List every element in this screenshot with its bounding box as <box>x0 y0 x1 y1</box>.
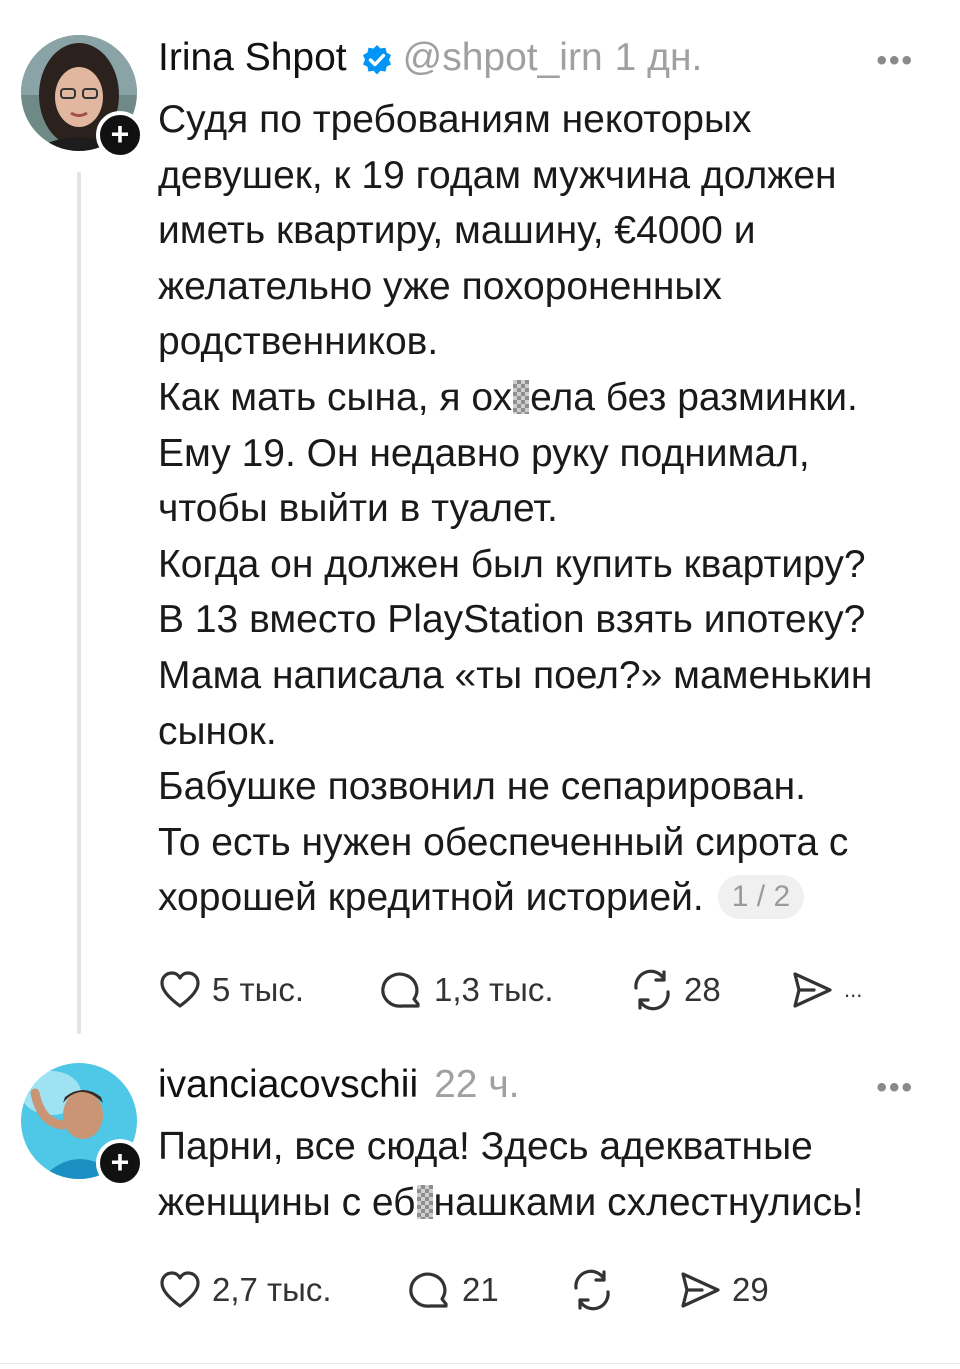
text-line-censored: женщины с еб нашками схлестнулись! <box>158 1175 928 1231</box>
more-options-icon[interactable]: ••• <box>876 1071 914 1105</box>
like-button[interactable]: 2,7 тыс. <box>158 1268 332 1312</box>
share-button[interactable]: 29 <box>678 1268 769 1312</box>
reply-count: 1,3 тыс. <box>434 971 554 1008</box>
follow-plus-icon[interactable]: + <box>96 111 144 159</box>
text-line-censored: Как мать сына, я ох ела без разминки. <box>158 370 928 426</box>
like-count: 2,7 тыс. <box>212 1271 332 1308</box>
text-line: Парни, все сюда! Здесь адекватные <box>158 1125 813 1168</box>
text-line-last: хорошей кредитной историей. 1 / 2 <box>158 870 928 926</box>
text-fragment: нашками схлестнулись! <box>433 1180 864 1224</box>
text-line: сынок. <box>158 709 277 753</box>
username[interactable]: Irina Shpot <box>158 36 347 80</box>
text-line: девушек, к 19 годам мужчина должен <box>158 153 837 197</box>
censor-mosaic <box>513 379 530 414</box>
post-header: ivanciacovschii 22 ч. <box>158 1063 519 1107</box>
text-line: Бабушке позвонил не сепарирован. <box>158 765 806 809</box>
repost-count: 28 <box>684 971 721 1008</box>
text-fragment: женщины с еб <box>158 1180 416 1224</box>
page-indicator[interactable]: 1 / 2 <box>717 875 805 920</box>
post-ivanciacovschii: + ivanciacovschii 22 ч. ••• Парни, все с… <box>0 1045 960 1369</box>
text-line: иметь квартиру, машину, €4000 и <box>158 209 756 253</box>
share-button[interactable]: ... <box>790 968 862 1012</box>
thread-line <box>77 172 81 1034</box>
text-line: Мама написала «ты поел?» маменькин <box>158 653 873 697</box>
repost-icon <box>634 969 670 1011</box>
text-line: Судя по требованиям некоторых <box>158 98 752 141</box>
text-line: желательно уже похороненных <box>158 264 722 308</box>
post-body: Судя по требованиям некоторых девушек, к… <box>158 92 928 926</box>
post-body: Парни, все сюда! Здесь адекватные женщин… <box>158 1119 928 1230</box>
text-fragment: хорошей кредитной историей. <box>158 876 704 920</box>
bottom-divider <box>0 1363 960 1364</box>
heart-icon <box>160 971 200 1008</box>
more-options-icon[interactable]: ••• <box>876 44 914 78</box>
action-bar: 5 тыс. 1,3 тыс. 28 ... <box>158 965 918 1015</box>
post-irina: + Irina Shpot @shpot_irn 1 дн. ••• Судя … <box>0 0 960 1045</box>
timestamp: 1 дн. <box>614 36 703 79</box>
repost-button[interactable]: 28 <box>630 968 721 1012</box>
action-bar: 2,7 тыс. 21 29 <box>158 1265 918 1315</box>
paper-plane-icon <box>793 972 832 1008</box>
reply-count: 21 <box>462 1271 499 1308</box>
censor-mosaic <box>416 1184 433 1219</box>
text-fragment: Как мать сына, я ох <box>158 375 513 419</box>
text-line: Когда он должен был купить квартиру? <box>158 542 866 586</box>
reply-button[interactable]: 1,3 тыс. <box>380 968 554 1012</box>
post-header: Irina Shpot @shpot_irn 1 дн. <box>158 36 702 80</box>
repost-icon <box>574 1269 610 1311</box>
timestamp: 22 ч. <box>434 1063 520 1106</box>
follow-plus-icon[interactable]: + <box>96 1139 144 1187</box>
verified-badge-icon <box>361 42 393 75</box>
share-count: 29 <box>732 1271 769 1308</box>
repost-button[interactable] <box>570 1268 624 1312</box>
handle[interactable]: @shpot_irn <box>403 36 603 80</box>
text-line: родственников. <box>158 320 439 364</box>
text-fragment: ела без разминки. <box>530 375 858 419</box>
like-count: 5 тыс. <box>212 971 305 1008</box>
reply-button[interactable]: 21 <box>408 1268 499 1312</box>
share-count: ... <box>844 977 863 1002</box>
speech-bubble-icon <box>381 972 420 1008</box>
username[interactable]: ivanciacovschii <box>158 1063 418 1107</box>
text-line: Ему 19. Он недавно руку поднимал, <box>158 431 810 475</box>
like-button[interactable]: 5 тыс. <box>158 968 304 1012</box>
text-line: чтобы выйти в туалет. <box>158 487 558 531</box>
heart-icon <box>160 1271 200 1308</box>
speech-bubble-icon <box>409 1272 448 1308</box>
text-line: То есть нужен обеспеченный сирота с <box>158 820 849 864</box>
paper-plane-icon <box>681 1272 720 1308</box>
text-line: В 13 вместо PlayStation взять ипотеку? <box>158 598 866 642</box>
